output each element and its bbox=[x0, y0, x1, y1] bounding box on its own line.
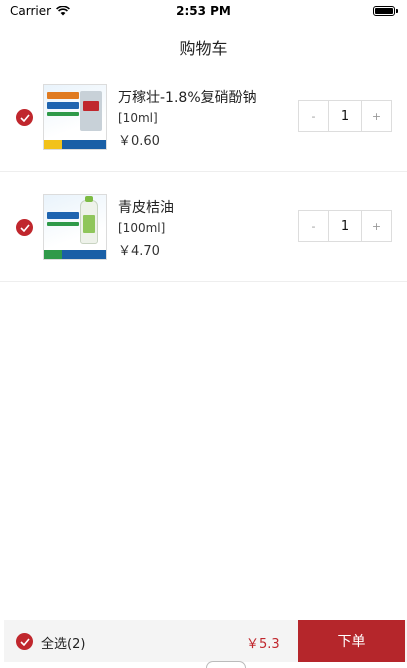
cart-item: 青皮桔油 [100ml] ￥4.70 - 1 + bbox=[0, 176, 407, 282]
item-spec: [100ml] bbox=[118, 221, 166, 235]
quantity-stepper: - 1 + bbox=[298, 210, 392, 242]
item-spec: [10ml] bbox=[118, 111, 158, 125]
page-title: 购物车 bbox=[179, 39, 228, 58]
checkmark-icon bbox=[19, 637, 30, 646]
increase-button[interactable]: + bbox=[361, 100, 392, 132]
item-price: ￥4.70 bbox=[118, 244, 160, 259]
item-checkbox[interactable] bbox=[16, 219, 33, 236]
checkmark-icon bbox=[19, 223, 30, 232]
decrease-button[interactable]: - bbox=[298, 100, 329, 132]
select-all-checkbox[interactable] bbox=[16, 633, 33, 650]
checkmark-icon bbox=[19, 113, 30, 122]
item-title[interactable]: 青皮桔油 bbox=[118, 197, 174, 217]
place-order-button[interactable]: 下单 bbox=[298, 620, 405, 662]
increase-button[interactable]: + bbox=[361, 210, 392, 242]
item-price: ￥0.60 bbox=[118, 134, 160, 149]
quantity-field[interactable]: 1 bbox=[329, 100, 361, 132]
checkout-bar: 全选(2) ￥5.3 下单 bbox=[4, 620, 407, 662]
status-bar: Carrier 2:53 PM bbox=[0, 0, 407, 22]
cart-list: 万稼壮-1.8%复硝酚钠 [10ml] ￥0.60 - 1 + 青皮桔油 [10… bbox=[0, 66, 407, 282]
status-time: 2:53 PM bbox=[176, 4, 231, 18]
battery-icon bbox=[373, 6, 398, 16]
product-box-image[interactable] bbox=[43, 84, 107, 150]
navigation-bar: 购物车 bbox=[0, 22, 407, 66]
quantity-field[interactable]: 1 bbox=[329, 210, 361, 242]
item-title[interactable]: 万稼壮-1.8%复硝酚钠 bbox=[118, 87, 257, 107]
total-price: ￥5.3 bbox=[246, 637, 280, 652]
quantity-stepper: - 1 + bbox=[298, 100, 392, 132]
decrease-button[interactable]: - bbox=[298, 210, 329, 242]
cart-item: 万稼壮-1.8%复硝酚钠 [10ml] ￥0.60 - 1 + bbox=[0, 66, 407, 172]
select-all-label[interactable]: 全选(2) bbox=[41, 633, 85, 652]
home-indicator bbox=[206, 661, 246, 668]
product-bottle-image[interactable] bbox=[43, 194, 107, 260]
item-checkbox[interactable] bbox=[16, 109, 33, 126]
